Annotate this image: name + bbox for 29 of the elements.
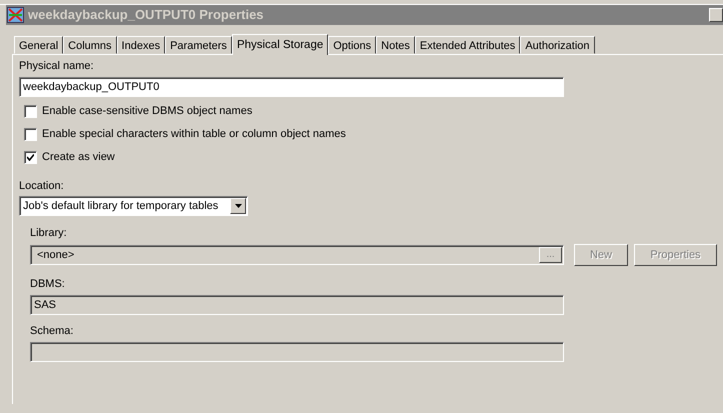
checkbox-label: Enable case-sensitive DBMS object names [42,104,252,119]
field-label: Schema: [30,324,74,339]
field-label: Physical name: [19,59,95,74]
checkbox-label: Enable special characters within table or column object names [42,126,346,142]
tab[interactable]: Extended Attributes [414,36,520,54]
tab[interactable]: Physical Storage [232,34,328,55]
checkbox[interactable] [24,104,37,118]
dbms-field: SAS [30,295,564,315]
tab[interactable]: Columns [63,36,117,54]
library-field: <none> ... [30,245,564,265]
location-dropdown[interactable]: Job's default library for temporary tables [19,196,248,216]
tab[interactable]: Notes [376,36,415,54]
window-title: weekdaybackup_OUTPUT0 Properties [28,6,264,24]
tab[interactable]: General [14,36,64,54]
physical-name-field[interactable]: weekdaybackup_OUTPUT0 [19,76,564,97]
checkbox[interactable] [24,128,37,140]
checkbox[interactable] [24,150,37,164]
tab[interactable]: Parameters [165,36,232,54]
tab[interactable]: Authorization [520,36,595,54]
field-label: DBMS: [30,277,66,292]
check-icon [27,154,34,160]
close-button[interactable] [709,8,723,22]
tab[interactable]: Indexes [116,36,166,54]
field-label: Location: [19,178,65,194]
checkbox-label: Create as view [42,150,115,165]
field-label: Library: [30,226,68,242]
table-properties-icon [7,7,24,23]
caret-icon [234,204,242,208]
tab[interactable]: Options [328,36,376,54]
